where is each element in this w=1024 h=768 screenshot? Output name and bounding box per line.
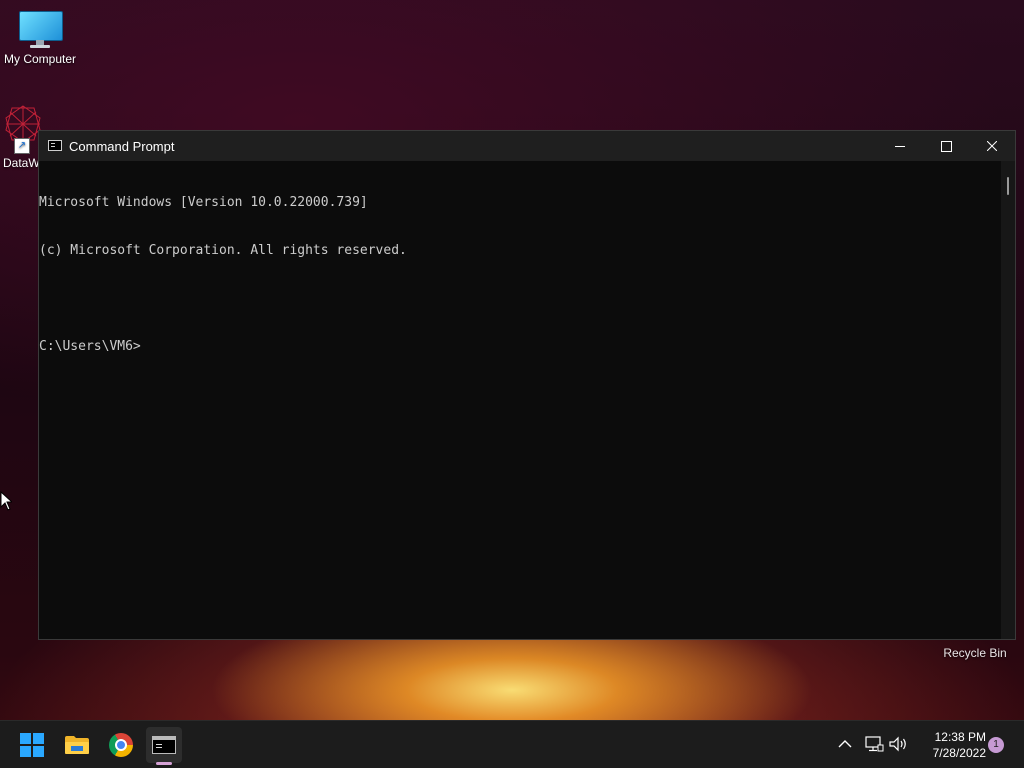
mouse-pointer-icon bbox=[0, 491, 12, 511]
console-line: (c) Microsoft Corporation. All rights re… bbox=[39, 243, 407, 258]
clock-date: 7/28/2022 bbox=[932, 746, 986, 760]
maximize-button[interactable] bbox=[923, 131, 969, 161]
cmd-icon bbox=[152, 736, 176, 754]
chevron-up-icon[interactable] bbox=[836, 737, 854, 751]
volume-icon[interactable] bbox=[888, 735, 908, 753]
clock-time: 12:38 PM bbox=[934, 730, 986, 744]
chrome-icon bbox=[109, 733, 133, 757]
console-line: Microsoft Windows [Version 10.0.22000.73… bbox=[39, 195, 368, 210]
file-explorer-button[interactable] bbox=[59, 727, 95, 763]
recycle-bin-label[interactable]: Recycle Bin bbox=[940, 646, 1010, 660]
title-bar[interactable]: Command Prompt bbox=[39, 131, 1015, 161]
minimize-icon bbox=[895, 146, 905, 147]
close-button[interactable] bbox=[969, 131, 1015, 161]
network-icon[interactable] bbox=[864, 735, 884, 753]
vertical-scrollbar[interactable] bbox=[1001, 161, 1015, 639]
cmd-icon bbox=[48, 140, 62, 151]
clock[interactable]: 12:38 PM 7/28/2022 bbox=[912, 729, 986, 761]
active-indicator bbox=[156, 762, 172, 765]
console-output[interactable]: Microsoft Windows [Version 10.0.22000.73… bbox=[39, 161, 1001, 639]
chrome-button[interactable] bbox=[103, 727, 139, 763]
notification-badge[interactable]: 1 bbox=[988, 737, 1004, 753]
monitor-icon bbox=[19, 8, 63, 48]
folder-icon bbox=[65, 736, 89, 754]
window-title: Command Prompt bbox=[69, 139, 175, 154]
scrollbar-thumb[interactable] bbox=[1007, 177, 1009, 195]
taskbar: 12:38 PM 7/28/2022 1 bbox=[0, 720, 1024, 768]
shortcut-arrow-icon: ↗ bbox=[14, 138, 30, 154]
start-button[interactable] bbox=[14, 727, 50, 763]
maximize-icon bbox=[941, 141, 952, 152]
dataw-label: DataW bbox=[3, 156, 40, 170]
my-computer-icon[interactable]: My Computer bbox=[0, 8, 80, 66]
console-prompt[interactable]: C:\Users\VM6> bbox=[39, 339, 1001, 355]
command-prompt-taskbar-button[interactable] bbox=[146, 727, 182, 765]
windows-logo-icon bbox=[20, 733, 44, 757]
command-prompt-window[interactable]: Command Prompt Microsoft Windows [Versio… bbox=[38, 130, 1016, 640]
my-computer-label: My Computer bbox=[3, 52, 77, 66]
minimize-button[interactable] bbox=[877, 131, 923, 161]
close-icon bbox=[987, 141, 997, 151]
